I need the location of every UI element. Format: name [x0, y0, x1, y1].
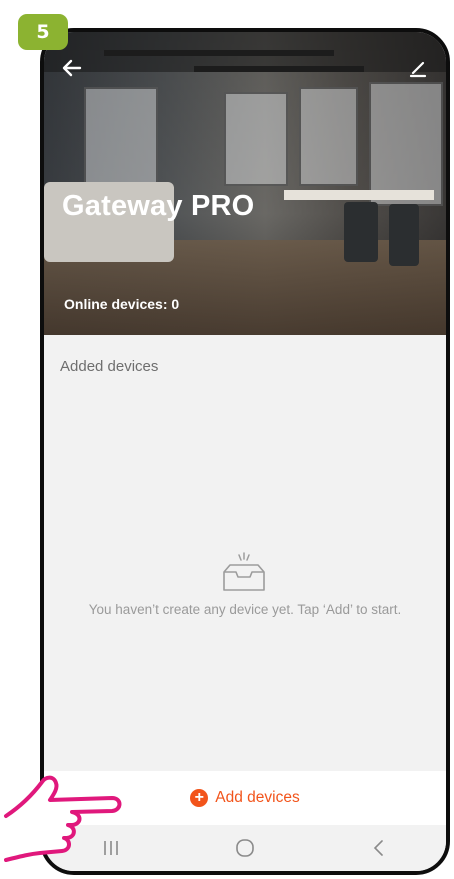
step-number-badge: 5: [18, 14, 68, 50]
scene-pipe: [194, 66, 364, 72]
back-chevron-icon: [373, 840, 383, 856]
scene-window: [369, 82, 443, 206]
scene-chair: [389, 204, 419, 266]
empty-state-message: You haven’t create any device yet. Tap ‘…: [88, 602, 402, 617]
home-button[interactable]: [225, 833, 265, 863]
gateway-header-image: Gateway PRO Online devices: 0: [44, 32, 446, 335]
pointing-hand-icon: [4, 775, 122, 862]
home-icon: [236, 839, 254, 857]
empty-inbox-icon: [223, 552, 265, 591]
online-devices-count: Online devices: 0: [64, 296, 180, 312]
scene-window: [299, 87, 358, 186]
scene-chair: [344, 202, 378, 262]
scene-window: [224, 92, 288, 186]
scene-pipe: [104, 50, 334, 56]
system-back-button[interactable]: [359, 833, 399, 863]
added-devices-label: Added devices: [60, 358, 159, 375]
plus-circle-icon: +: [190, 789, 209, 807]
edit-button[interactable]: [404, 54, 432, 82]
scene-table: [284, 190, 434, 200]
gateway-title: Gateway PRO: [62, 190, 255, 222]
pencil-icon: [409, 61, 427, 78]
add-devices-label: Add devices: [215, 789, 300, 806]
phone-frame: Gateway PRO Online devices: 0 Added devi…: [40, 28, 450, 875]
back-button[interactable]: [58, 54, 86, 82]
arrow-left-icon: [62, 59, 82, 77]
